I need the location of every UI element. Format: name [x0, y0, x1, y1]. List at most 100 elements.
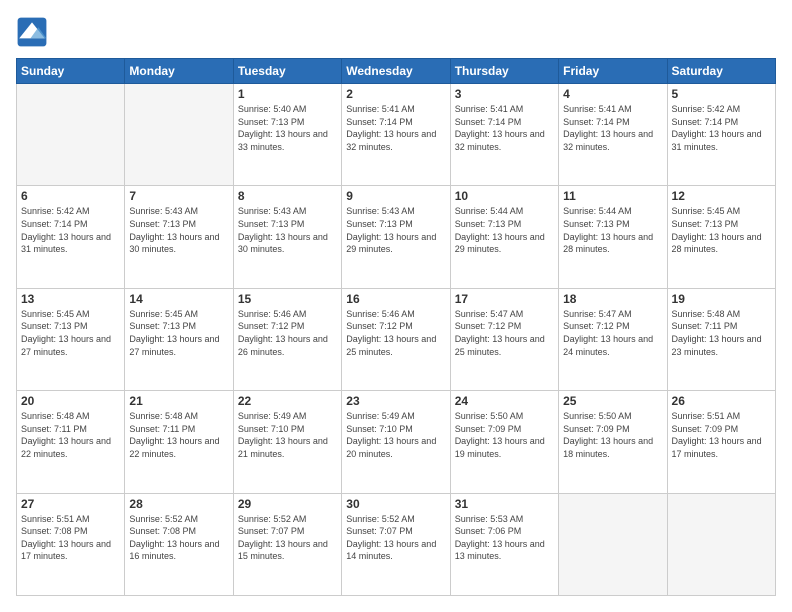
calendar-week-row: 20Sunrise: 5:48 AM Sunset: 7:11 PM Dayli…	[17, 391, 776, 493]
day-info: Sunrise: 5:42 AM Sunset: 7:14 PM Dayligh…	[672, 103, 771, 153]
day-info: Sunrise: 5:47 AM Sunset: 7:12 PM Dayligh…	[563, 308, 662, 358]
day-number: 3	[455, 87, 554, 101]
day-info: Sunrise: 5:49 AM Sunset: 7:10 PM Dayligh…	[346, 410, 445, 460]
calendar-header-thursday: Thursday	[450, 59, 558, 84]
day-number: 10	[455, 189, 554, 203]
calendar-cell: 12Sunrise: 5:45 AM Sunset: 7:13 PM Dayli…	[667, 186, 775, 288]
day-info: Sunrise: 5:46 AM Sunset: 7:12 PM Dayligh…	[346, 308, 445, 358]
day-number: 18	[563, 292, 662, 306]
day-number: 8	[238, 189, 337, 203]
calendar-cell: 5 Sunrise: 5:42 AM Sunset: 7:14 PM Daylig…	[667, 84, 775, 186]
calendar-header-saturday: Saturday	[667, 59, 775, 84]
day-number: 16	[346, 292, 445, 306]
day-info: Sunrise: 5:41 AM Sunset: 7:14 PM Dayligh…	[346, 103, 445, 153]
calendar-cell: 8 Sunrise: 5:43 AM Sunset: 7:13 PM Daylig…	[233, 186, 341, 288]
day-number: 24	[455, 394, 554, 408]
calendar-cell: 28Sunrise: 5:52 AM Sunset: 7:08 PM Dayli…	[125, 493, 233, 595]
calendar-cell: 6Sunrise: 5:42 AM Sunset: 7:14 PM Daylig…	[17, 186, 125, 288]
calendar-cell: 17 Sunrise: 5:47 AM Sunset: 7:12 PM Dayli…	[450, 288, 558, 390]
calendar-header-tuesday: Tuesday	[233, 59, 341, 84]
day-number: 27	[21, 497, 120, 511]
header	[16, 16, 776, 48]
logo-icon	[16, 16, 48, 48]
day-info: Sunrise: 5:44 AM Sunset: 7:13 PM Dayligh…	[563, 205, 662, 255]
calendar-cell: 14Sunrise: 5:45 AM Sunset: 7:13 PM Dayli…	[125, 288, 233, 390]
day-info: Sunrise: 5:44 AM Sunset: 7:13 PM Dayligh…	[455, 205, 554, 255]
day-info: Sunrise: 5:46 AM Sunset: 7:12 PM Dayligh…	[238, 308, 337, 358]
calendar-cell: 22Sunrise: 5:49 AM Sunset: 7:10 PM Dayli…	[233, 391, 341, 493]
day-number: 2	[346, 87, 445, 101]
day-info: Sunrise: 5:48 AM Sunset: 7:11 PM Dayligh…	[672, 308, 771, 358]
calendar-week-row: 6Sunrise: 5:42 AM Sunset: 7:14 PM Daylig…	[17, 186, 776, 288]
calendar-cell	[559, 493, 667, 595]
day-number: 17	[455, 292, 554, 306]
day-number: 23	[346, 394, 445, 408]
day-info: Sunrise: 5:53 AM Sunset: 7:06 PM Dayligh…	[455, 513, 554, 563]
day-info: Sunrise: 5:45 AM Sunset: 7:13 PM Dayligh…	[21, 308, 120, 358]
calendar-cell: 10 Sunrise: 5:44 AM Sunset: 7:13 PM Dayli…	[450, 186, 558, 288]
day-info: Sunrise: 5:42 AM Sunset: 7:14 PM Dayligh…	[21, 205, 120, 255]
calendar-cell: 29 Sunrise: 5:52 AM Sunset: 7:07 PM Dayli…	[233, 493, 341, 595]
day-number: 5	[672, 87, 771, 101]
day-number: 29	[238, 497, 337, 511]
day-number: 30	[346, 497, 445, 511]
calendar-cell: 15 Sunrise: 5:46 AM Sunset: 7:12 PM Dayli…	[233, 288, 341, 390]
calendar-header-sunday: Sunday	[17, 59, 125, 84]
calendar-cell: 27 Sunrise: 5:51 AM Sunset: 7:08 PM Dayli…	[17, 493, 125, 595]
day-info: Sunrise: 5:51 AM Sunset: 7:09 PM Dayligh…	[672, 410, 771, 460]
day-info: Sunrise: 5:43 AM Sunset: 7:13 PM Dayligh…	[129, 205, 228, 255]
calendar-week-row: 27 Sunrise: 5:51 AM Sunset: 7:08 PM Dayli…	[17, 493, 776, 595]
calendar-cell: 11Sunrise: 5:44 AM Sunset: 7:13 PM Dayli…	[559, 186, 667, 288]
day-number: 19	[672, 292, 771, 306]
calendar-header-friday: Friday	[559, 59, 667, 84]
day-number: 15	[238, 292, 337, 306]
calendar-cell: 23 Sunrise: 5:49 AM Sunset: 7:10 PM Dayli…	[342, 391, 450, 493]
calendar-cell: 30 Sunrise: 5:52 AM Sunset: 7:07 PM Dayli…	[342, 493, 450, 595]
day-number: 25	[563, 394, 662, 408]
calendar-header-row: SundayMondayTuesdayWednesdayThursdayFrid…	[17, 59, 776, 84]
day-number: 31	[455, 497, 554, 511]
calendar-cell: 24 Sunrise: 5:50 AM Sunset: 7:09 PM Dayli…	[450, 391, 558, 493]
calendar-cell: 20Sunrise: 5:48 AM Sunset: 7:11 PM Dayli…	[17, 391, 125, 493]
calendar-header-wednesday: Wednesday	[342, 59, 450, 84]
calendar-cell: 16 Sunrise: 5:46 AM Sunset: 7:12 PM Dayli…	[342, 288, 450, 390]
day-info: Sunrise: 5:52 AM Sunset: 7:07 PM Dayligh…	[238, 513, 337, 563]
calendar-week-row: 13 Sunrise: 5:45 AM Sunset: 7:13 PM Dayli…	[17, 288, 776, 390]
calendar-table: SundayMondayTuesdayWednesdayThursdayFrid…	[16, 58, 776, 596]
day-info: Sunrise: 5:51 AM Sunset: 7:08 PM Dayligh…	[21, 513, 120, 563]
day-info: Sunrise: 5:52 AM Sunset: 7:07 PM Dayligh…	[346, 513, 445, 563]
day-info: Sunrise: 5:43 AM Sunset: 7:13 PM Dayligh…	[346, 205, 445, 255]
day-number: 4	[563, 87, 662, 101]
day-info: Sunrise: 5:48 AM Sunset: 7:11 PM Dayligh…	[129, 410, 228, 460]
calendar-cell: 2 Sunrise: 5:41 AM Sunset: 7:14 PM Daylig…	[342, 84, 450, 186]
calendar-header-monday: Monday	[125, 59, 233, 84]
calendar-cell: 19 Sunrise: 5:48 AM Sunset: 7:11 PM Dayli…	[667, 288, 775, 390]
day-info: Sunrise: 5:41 AM Sunset: 7:14 PM Dayligh…	[563, 103, 662, 153]
day-number: 26	[672, 394, 771, 408]
day-number: 28	[129, 497, 228, 511]
day-info: Sunrise: 5:49 AM Sunset: 7:10 PM Dayligh…	[238, 410, 337, 460]
day-number: 13	[21, 292, 120, 306]
day-info: Sunrise: 5:40 AM Sunset: 7:13 PM Dayligh…	[238, 103, 337, 153]
calendar-week-row: 1 Sunrise: 5:40 AM Sunset: 7:13 PM Daylig…	[17, 84, 776, 186]
calendar-cell	[125, 84, 233, 186]
calendar-cell	[667, 493, 775, 595]
calendar-cell: 3Sunrise: 5:41 AM Sunset: 7:14 PM Daylig…	[450, 84, 558, 186]
logo	[16, 16, 52, 48]
day-info: Sunrise: 5:48 AM Sunset: 7:11 PM Dayligh…	[21, 410, 120, 460]
calendar-cell: 9 Sunrise: 5:43 AM Sunset: 7:13 PM Daylig…	[342, 186, 450, 288]
day-info: Sunrise: 5:45 AM Sunset: 7:13 PM Dayligh…	[672, 205, 771, 255]
calendar-cell: 21 Sunrise: 5:48 AM Sunset: 7:11 PM Dayli…	[125, 391, 233, 493]
day-info: Sunrise: 5:47 AM Sunset: 7:12 PM Dayligh…	[455, 308, 554, 358]
page: SundayMondayTuesdayWednesdayThursdayFrid…	[0, 0, 792, 612]
day-info: Sunrise: 5:50 AM Sunset: 7:09 PM Dayligh…	[455, 410, 554, 460]
day-number: 21	[129, 394, 228, 408]
day-number: 9	[346, 189, 445, 203]
calendar-cell: 26 Sunrise: 5:51 AM Sunset: 7:09 PM Dayli…	[667, 391, 775, 493]
day-number: 14	[129, 292, 228, 306]
calendar-cell	[17, 84, 125, 186]
day-number: 1	[238, 87, 337, 101]
calendar-cell: 1 Sunrise: 5:40 AM Sunset: 7:13 PM Daylig…	[233, 84, 341, 186]
day-info: Sunrise: 5:43 AM Sunset: 7:13 PM Dayligh…	[238, 205, 337, 255]
day-number: 7	[129, 189, 228, 203]
